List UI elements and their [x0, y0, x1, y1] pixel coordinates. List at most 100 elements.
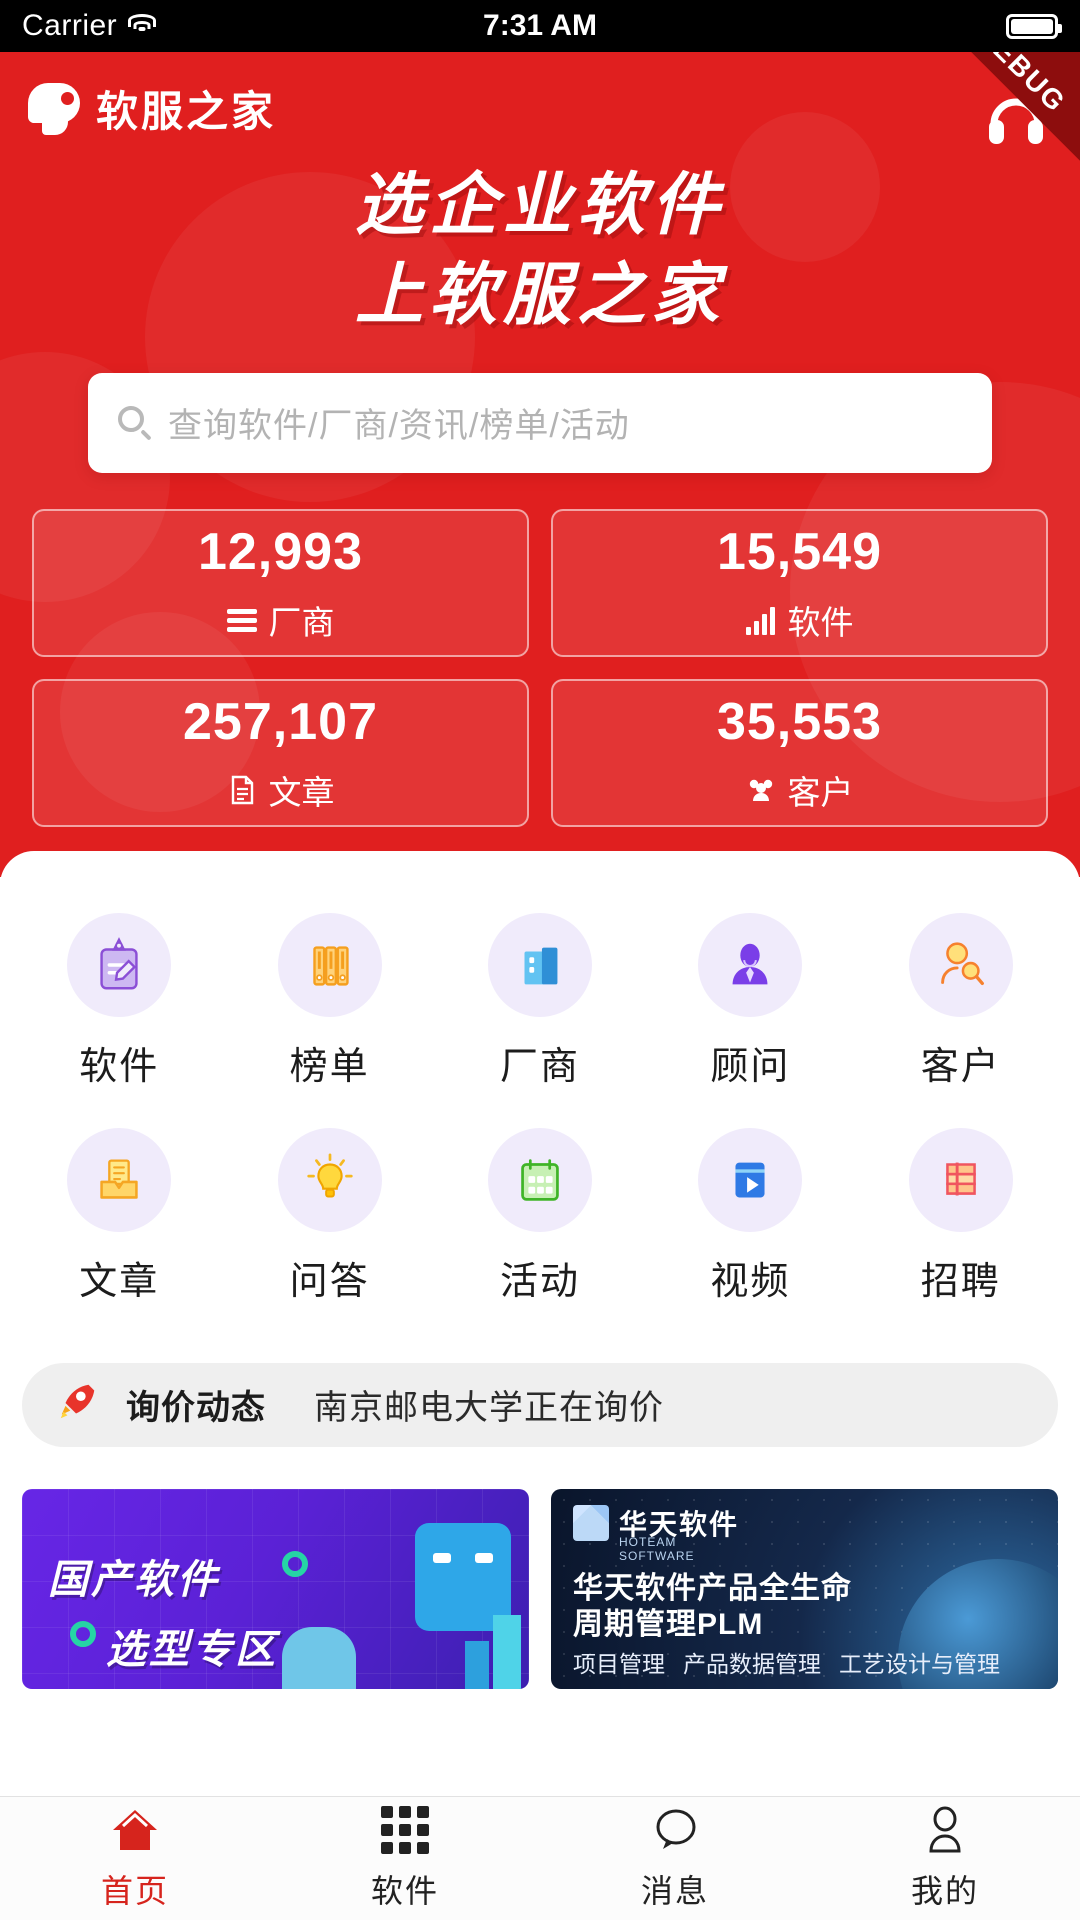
quick-item-label: 软件	[79, 1045, 160, 1088]
banner-feature: 工艺设计与管理	[839, 1650, 1000, 1677]
banner-title-line-2: 周期管理PLM	[573, 1607, 764, 1641]
chat-bubble-icon	[649, 1806, 701, 1854]
battery-icon	[1006, 13, 1062, 39]
stat-label-row: 文章	[227, 766, 335, 814]
rocket-icon	[54, 1379, 100, 1430]
quick-item-articles[interactable]: 文章	[14, 1118, 224, 1319]
tab-home[interactable]: 首页	[0, 1797, 270, 1920]
hamburger-icon	[226, 605, 257, 635]
app-root: Carrier 7:31 AM DEBUG 软服之家 选企业软件 上软服之家 查…	[0, 0, 1080, 1920]
person-illustration	[282, 1626, 356, 1689]
status-bar-right	[1006, 13, 1062, 39]
search-input[interactable]: 查询软件/厂商/资讯/榜单/活动	[88, 372, 992, 473]
search-icon	[118, 405, 152, 441]
quick-item-events[interactable]: 活动	[435, 1118, 645, 1319]
document-icon	[227, 775, 257, 805]
banner-features: 项目管理 产品数据管理 工艺设计与管理	[573, 1645, 1048, 1679]
brand-name: 软服之家	[96, 88, 277, 135]
banner-domestic-software[interactable]: 国产软件 选型专区	[22, 1488, 529, 1689]
inquiry-ticker[interactable]: 询价动态 南京邮电大学正在询价	[22, 1362, 1058, 1447]
quick-item-customers[interactable]: 客户	[856, 903, 1066, 1104]
hero-title: 选企业软件 上软服之家	[0, 161, 1080, 341]
hoteam-logo: 华天软件 HOTEAM SOFTWARE	[573, 1503, 739, 1563]
stat-value: 257,107	[183, 692, 378, 751]
lightbulb-icon	[277, 1127, 382, 1232]
quick-item-ranking[interactable]: 榜单	[224, 903, 434, 1104]
stat-value: 35,553	[716, 692, 883, 751]
banner-feature: 项目管理	[573, 1650, 665, 1677]
banner-feature: 产品数据管理	[683, 1650, 821, 1677]
user-icon	[919, 1806, 971, 1854]
calendar-icon	[487, 1127, 592, 1232]
s-logo-icon	[28, 82, 80, 135]
person-search-icon	[908, 912, 1013, 1017]
quick-item-advisor[interactable]: 顾问	[645, 903, 855, 1104]
hoteam-logo-mark	[573, 1504, 609, 1541]
hoteam-brand-sub: HOTEAM SOFTWARE	[619, 1534, 695, 1563]
binders-icon	[277, 912, 382, 1017]
stat-card-articles[interactable]: 257,107 文章	[32, 678, 529, 827]
stat-label: 厂商	[268, 603, 335, 641]
tab-label: 我的	[910, 1872, 979, 1909]
stat-card-software[interactable]: 15,549 软件	[551, 508, 1048, 657]
quick-item-software[interactable]: 软件	[14, 903, 224, 1104]
status-bar: Carrier 7:31 AM	[0, 0, 1080, 52]
quick-item-label: 顾问	[710, 1045, 791, 1088]
search-area: 查询软件/厂商/资讯/榜单/活动	[88, 372, 992, 473]
people-icon	[746, 775, 776, 805]
stat-label: 软件	[787, 603, 854, 641]
ticker-message: 南京邮电大学正在询价	[314, 1389, 664, 1427]
stat-label-row: 软件	[745, 596, 854, 644]
advisor-person-icon	[698, 912, 803, 1017]
stat-card-customers[interactable]: 35,553 客户	[551, 678, 1048, 827]
stat-label-row: 客户	[746, 766, 854, 814]
quick-item-label: 客户	[920, 1045, 1001, 1088]
quick-item-label: 招聘	[920, 1260, 1001, 1303]
bottom-tab-bar: 首页 软件 消息 我的	[0, 1796, 1080, 1920]
banner-title-line-2: 选型专区	[106, 1627, 278, 1672]
home-icon	[109, 1806, 161, 1854]
stats-grid: 12,993 厂商 15,549 软件 257,107 文章 35,553 客户	[32, 508, 1048, 827]
quick-item-label: 榜单	[289, 1045, 370, 1088]
decor-dot	[282, 1550, 308, 1577]
decor-bar	[493, 1614, 521, 1689]
stat-label-row: 厂商	[226, 596, 335, 644]
quick-item-qa[interactable]: 问答	[224, 1118, 434, 1319]
stat-value: 15,549	[716, 522, 883, 581]
brand-bar: 软服之家	[0, 52, 1080, 144]
stat-label: 文章	[268, 773, 335, 811]
tab-software[interactable]: 软件	[270, 1797, 540, 1920]
decor-dot	[70, 1620, 96, 1647]
stat-label: 客户	[787, 773, 854, 811]
quick-item-label: 活动	[499, 1260, 580, 1303]
search-placeholder: 查询软件/厂商/资讯/榜单/活动	[168, 407, 630, 445]
quick-item-label: 文章	[79, 1260, 160, 1303]
content-sheet: 软件 榜单 厂商 顾问 客户 文章 问答 活动 视频 招聘 询价动态 南京邮电大…	[0, 850, 1080, 1689]
tab-label: 首页	[100, 1872, 169, 1909]
status-bar-time: 7:31 AM	[483, 9, 597, 42]
quick-access-grid: 软件 榜单 厂商 顾问 客户 文章 问答 活动 视频 招聘	[0, 885, 1080, 1319]
quick-item-label: 视频	[710, 1260, 791, 1303]
clipboard-pen-icon	[67, 912, 172, 1017]
inbox-docs-icon	[67, 1127, 172, 1232]
quick-item-label: 厂商	[499, 1045, 580, 1088]
ticker-title: 询价动态	[126, 1389, 266, 1427]
stat-value: 12,993	[197, 522, 364, 581]
buildings-icon	[487, 912, 592, 1017]
bars-icon	[745, 605, 776, 635]
tab-profile[interactable]: 我的	[810, 1797, 1080, 1920]
quick-item-label: 问答	[289, 1260, 370, 1303]
quick-item-jobs[interactable]: 招聘	[856, 1118, 1066, 1319]
tab-label: 软件	[370, 1872, 439, 1909]
hero-section: DEBUG 软服之家 选企业软件 上软服之家 查询软件/厂商/资讯/榜单/活动 …	[0, 52, 1080, 877]
stat-card-vendors[interactable]: 12,993 厂商	[32, 508, 529, 657]
video-play-icon	[698, 1127, 803, 1232]
quick-item-video[interactable]: 视频	[645, 1118, 855, 1319]
hero-title-line-2: 上软服之家	[354, 256, 725, 333]
apps-grid-icon	[381, 1805, 429, 1854]
banner-title-line-1: 国产软件	[48, 1557, 220, 1602]
tab-messages[interactable]: 消息	[540, 1797, 810, 1920]
tab-label: 消息	[640, 1872, 709, 1909]
quick-item-vendors[interactable]: 厂商	[435, 903, 645, 1104]
banner-hoteam-plm[interactable]: 华天软件 HOTEAM SOFTWARE 华天软件产品全生命 周期管理PLM 项…	[551, 1488, 1058, 1689]
